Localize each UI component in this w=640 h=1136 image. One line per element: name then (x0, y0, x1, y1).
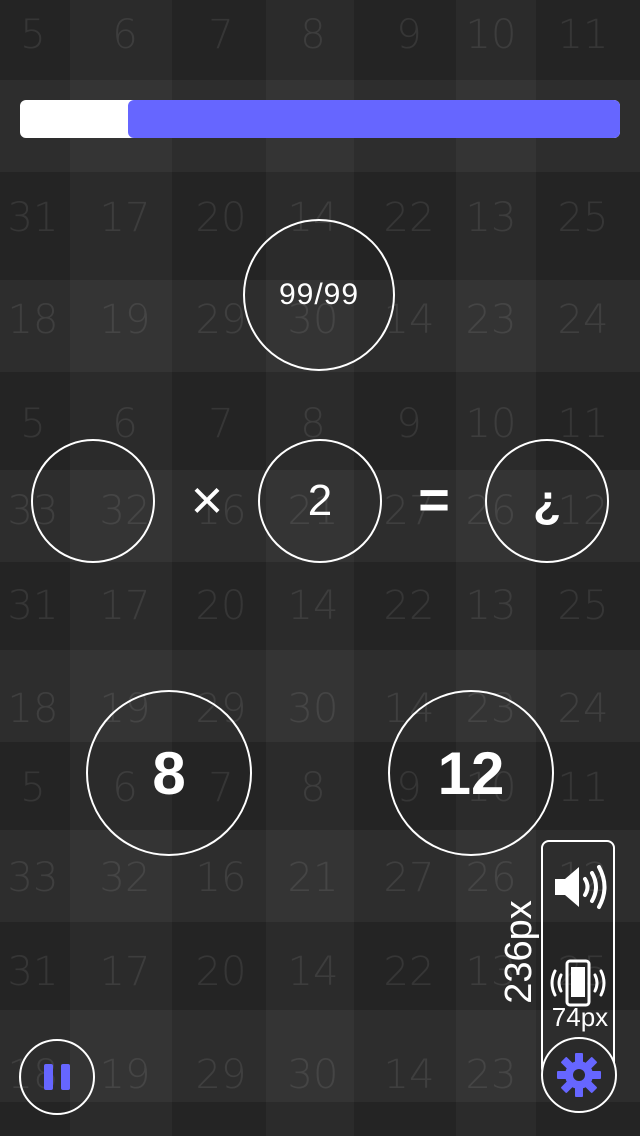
background-number: 7 (208, 12, 234, 58)
background-number: 14 (287, 949, 339, 995)
background-number: 16 (195, 855, 247, 901)
gear-icon (557, 1053, 601, 1097)
background-number: 30 (287, 1052, 339, 1098)
background-number: 6 (112, 401, 138, 447)
background-number: 31 (7, 949, 59, 995)
background-number: 14 (287, 583, 339, 629)
score-counter: 99/99 (243, 219, 395, 371)
background-number: 8 (300, 765, 326, 811)
background-number: 17 (99, 195, 151, 241)
background-number: 13 (465, 583, 517, 629)
sound-toggle-button[interactable] (551, 862, 611, 912)
background-number: 22 (383, 949, 435, 995)
background-number: 19 (99, 297, 151, 343)
background-number: 25 (557, 195, 609, 241)
background-number: 10 (465, 12, 517, 58)
background-number: 18 (7, 297, 59, 343)
pause-button[interactable] (19, 1039, 95, 1115)
background-number: 22 (383, 195, 435, 241)
background-number: 8 (300, 12, 326, 58)
background-number: 23 (465, 1052, 517, 1098)
background-number: 11 (557, 401, 609, 447)
background-number: 14 (383, 1052, 435, 1098)
operand-a-slot (31, 439, 155, 563)
background-number: 23 (465, 297, 517, 343)
equals-sign: = (418, 470, 450, 530)
background-number: 31 (7, 195, 59, 241)
answer-option-2[interactable]: 12 (388, 690, 554, 856)
background-number: 8 (300, 401, 326, 447)
background-number: 29 (195, 1052, 247, 1098)
background-number: 27 (383, 855, 435, 901)
panel-width-label: 74px (551, 1002, 609, 1032)
vibrate-toggle-button[interactable] (548, 958, 608, 1008)
multiply-sign: × (190, 468, 224, 531)
operand-b: 2 (258, 439, 382, 563)
background-number: 30 (287, 686, 339, 732)
background-number: 18 (7, 686, 59, 732)
background-number: 17 (99, 583, 151, 629)
background-number: 7 (208, 401, 234, 447)
background-number: 31 (7, 583, 59, 629)
progress-fill (128, 100, 620, 138)
background-number: 11 (557, 12, 609, 58)
background-number: 24 (557, 686, 609, 732)
background-number: 17 (99, 949, 151, 995)
speaker-volume-icon (555, 865, 607, 909)
background-number: 20 (195, 583, 247, 629)
background-number: 20 (195, 195, 247, 241)
background-number: 22 (383, 583, 435, 629)
background-number: 5 (20, 12, 46, 58)
background-number: 13 (465, 195, 517, 241)
background-number: 25 (557, 583, 609, 629)
answer-option-1[interactable]: 8 (86, 690, 252, 856)
background-number: 21 (287, 855, 339, 901)
result-unknown: ¿ (485, 439, 609, 563)
background-number: 9 (396, 401, 422, 447)
background-number: 32 (99, 855, 151, 901)
background-number: 24 (557, 297, 609, 343)
progress-bar (20, 100, 620, 138)
pause-icon (44, 1064, 70, 1090)
background-number: 6 (112, 12, 138, 58)
panel-height-label: 236px (498, 900, 540, 1004)
background-number: 33 (7, 855, 59, 901)
background-number: 9 (396, 12, 422, 58)
background-number: 20 (195, 949, 247, 995)
phone-vibrate-icon (550, 959, 606, 1007)
settings-button[interactable] (541, 1037, 617, 1113)
background-number: 10 (465, 401, 517, 447)
background-number: 5 (20, 765, 46, 811)
background-number: 5 (20, 401, 46, 447)
